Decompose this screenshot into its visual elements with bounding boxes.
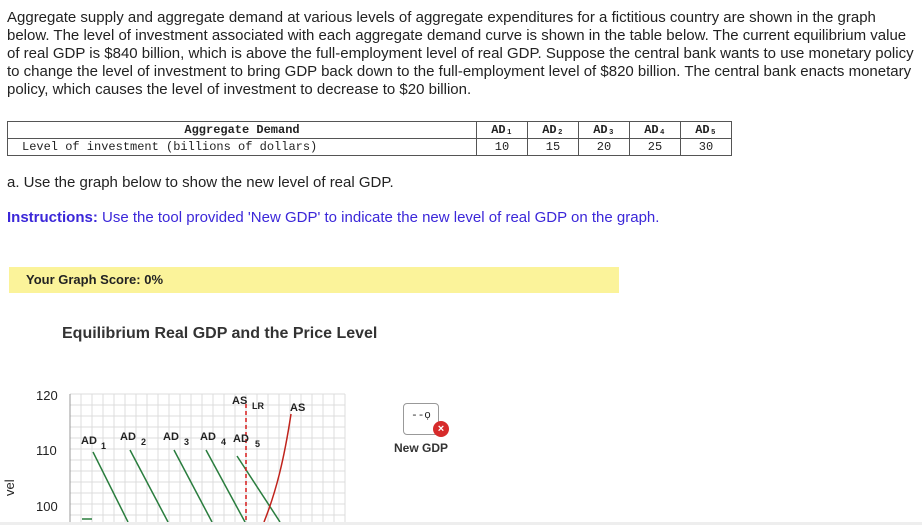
table-row: Level of investment (billions of dollars… (7, 138, 732, 156)
new-gdp-marker-icon: --ọ (411, 410, 431, 422)
table-header-label: Aggregate Demand (7, 121, 477, 139)
ad5-curve (236, 455, 281, 522)
ad2-label: AD (120, 431, 136, 443)
lras-label: AS (232, 395, 247, 407)
table-cell: 30 (680, 138, 732, 156)
graph-score-banner: Your Graph Score: 0% (9, 267, 619, 293)
ad4-label-sub: 4 (221, 437, 226, 447)
ad4-curve (205, 449, 246, 522)
graph-plot-area[interactable]: AD 1 AD 2 AD 3 AD 4 AD 5 AS LR AS (0, 380, 922, 522)
part-a-prompt: a. Use the graph below to show the new l… (7, 174, 394, 191)
table-col-ad1: AD₁ (476, 121, 528, 139)
new-gdp-tool-label: New GDP (394, 441, 449, 455)
table-col-ad2: AD₂ (527, 121, 579, 139)
question-intro: Aggregate supply and aggregate demand at… (7, 9, 914, 98)
investment-table: Aggregate Demand AD₁ AD₂ AD₃ AD₄ AD₅ Lev… (7, 121, 732, 156)
instructions: Instructions: Use the tool provided 'New… (7, 209, 659, 226)
close-icon[interactable]: × (433, 421, 449, 437)
ad1-label: AD (81, 435, 97, 447)
instructions-text: Use the tool provided 'New GDP' to indic… (97, 209, 660, 226)
table-row-label: Level of investment (billions of dollars… (7, 138, 477, 156)
table-cell: 15 (527, 138, 579, 156)
ad-curves (92, 449, 281, 522)
ad4-label: AD (200, 431, 216, 443)
table-cell: 25 (629, 138, 681, 156)
ad1-curve (92, 451, 129, 522)
table-cell: 20 (578, 138, 630, 156)
ad1-label-sub: 1 (101, 441, 106, 451)
instructions-bold: Instructions: (7, 209, 98, 226)
graph-title: Equilibrium Real GDP and the Price Level (62, 325, 378, 342)
table-cell: 10 (476, 138, 528, 156)
ad5-label: AD (233, 433, 249, 445)
ad2-label-sub: 2 (141, 437, 146, 447)
ad3-label-sub: 3 (184, 437, 189, 447)
table-col-ad3: AD₃ (578, 121, 630, 139)
lras-label-sub: LR (252, 401, 264, 411)
table-col-ad5: AD₅ (680, 121, 732, 139)
graph-score-label: Your Graph Score: 0% (26, 272, 164, 287)
table-header-row: Aggregate Demand AD₁ AD₂ AD₃ AD₄ AD₅ (7, 121, 732, 139)
as-label: AS (290, 402, 305, 414)
table-col-ad4: AD₄ (629, 121, 681, 139)
ad5-label-sub: 5 (255, 439, 260, 449)
ad3-label: AD (163, 431, 179, 443)
